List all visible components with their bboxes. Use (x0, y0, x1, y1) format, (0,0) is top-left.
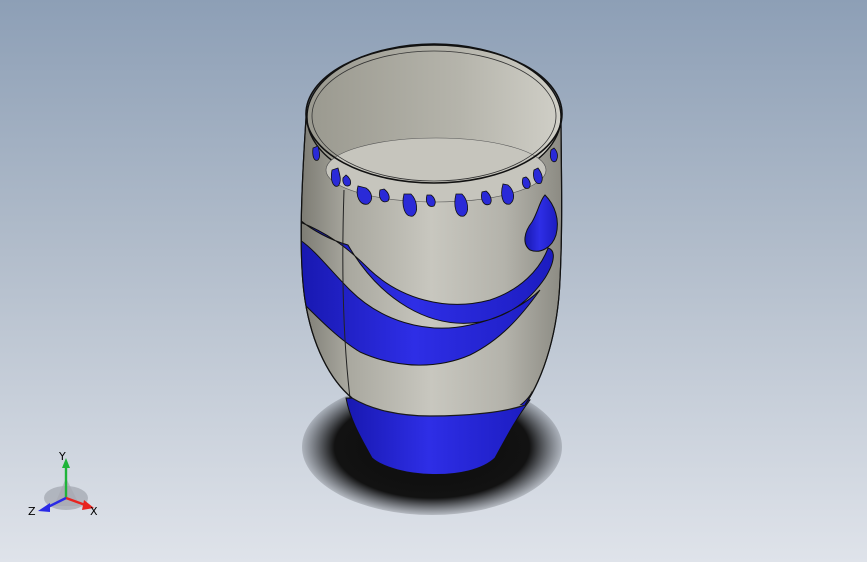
triad-z-label: Z (28, 505, 36, 518)
orientation-triad[interactable]: Y X Z (24, 448, 108, 524)
triad-y-label: Y (58, 450, 66, 463)
triad-z-arrow (38, 503, 50, 512)
graphics-viewport[interactable] (0, 0, 867, 562)
triad-x-label: X (90, 505, 98, 518)
